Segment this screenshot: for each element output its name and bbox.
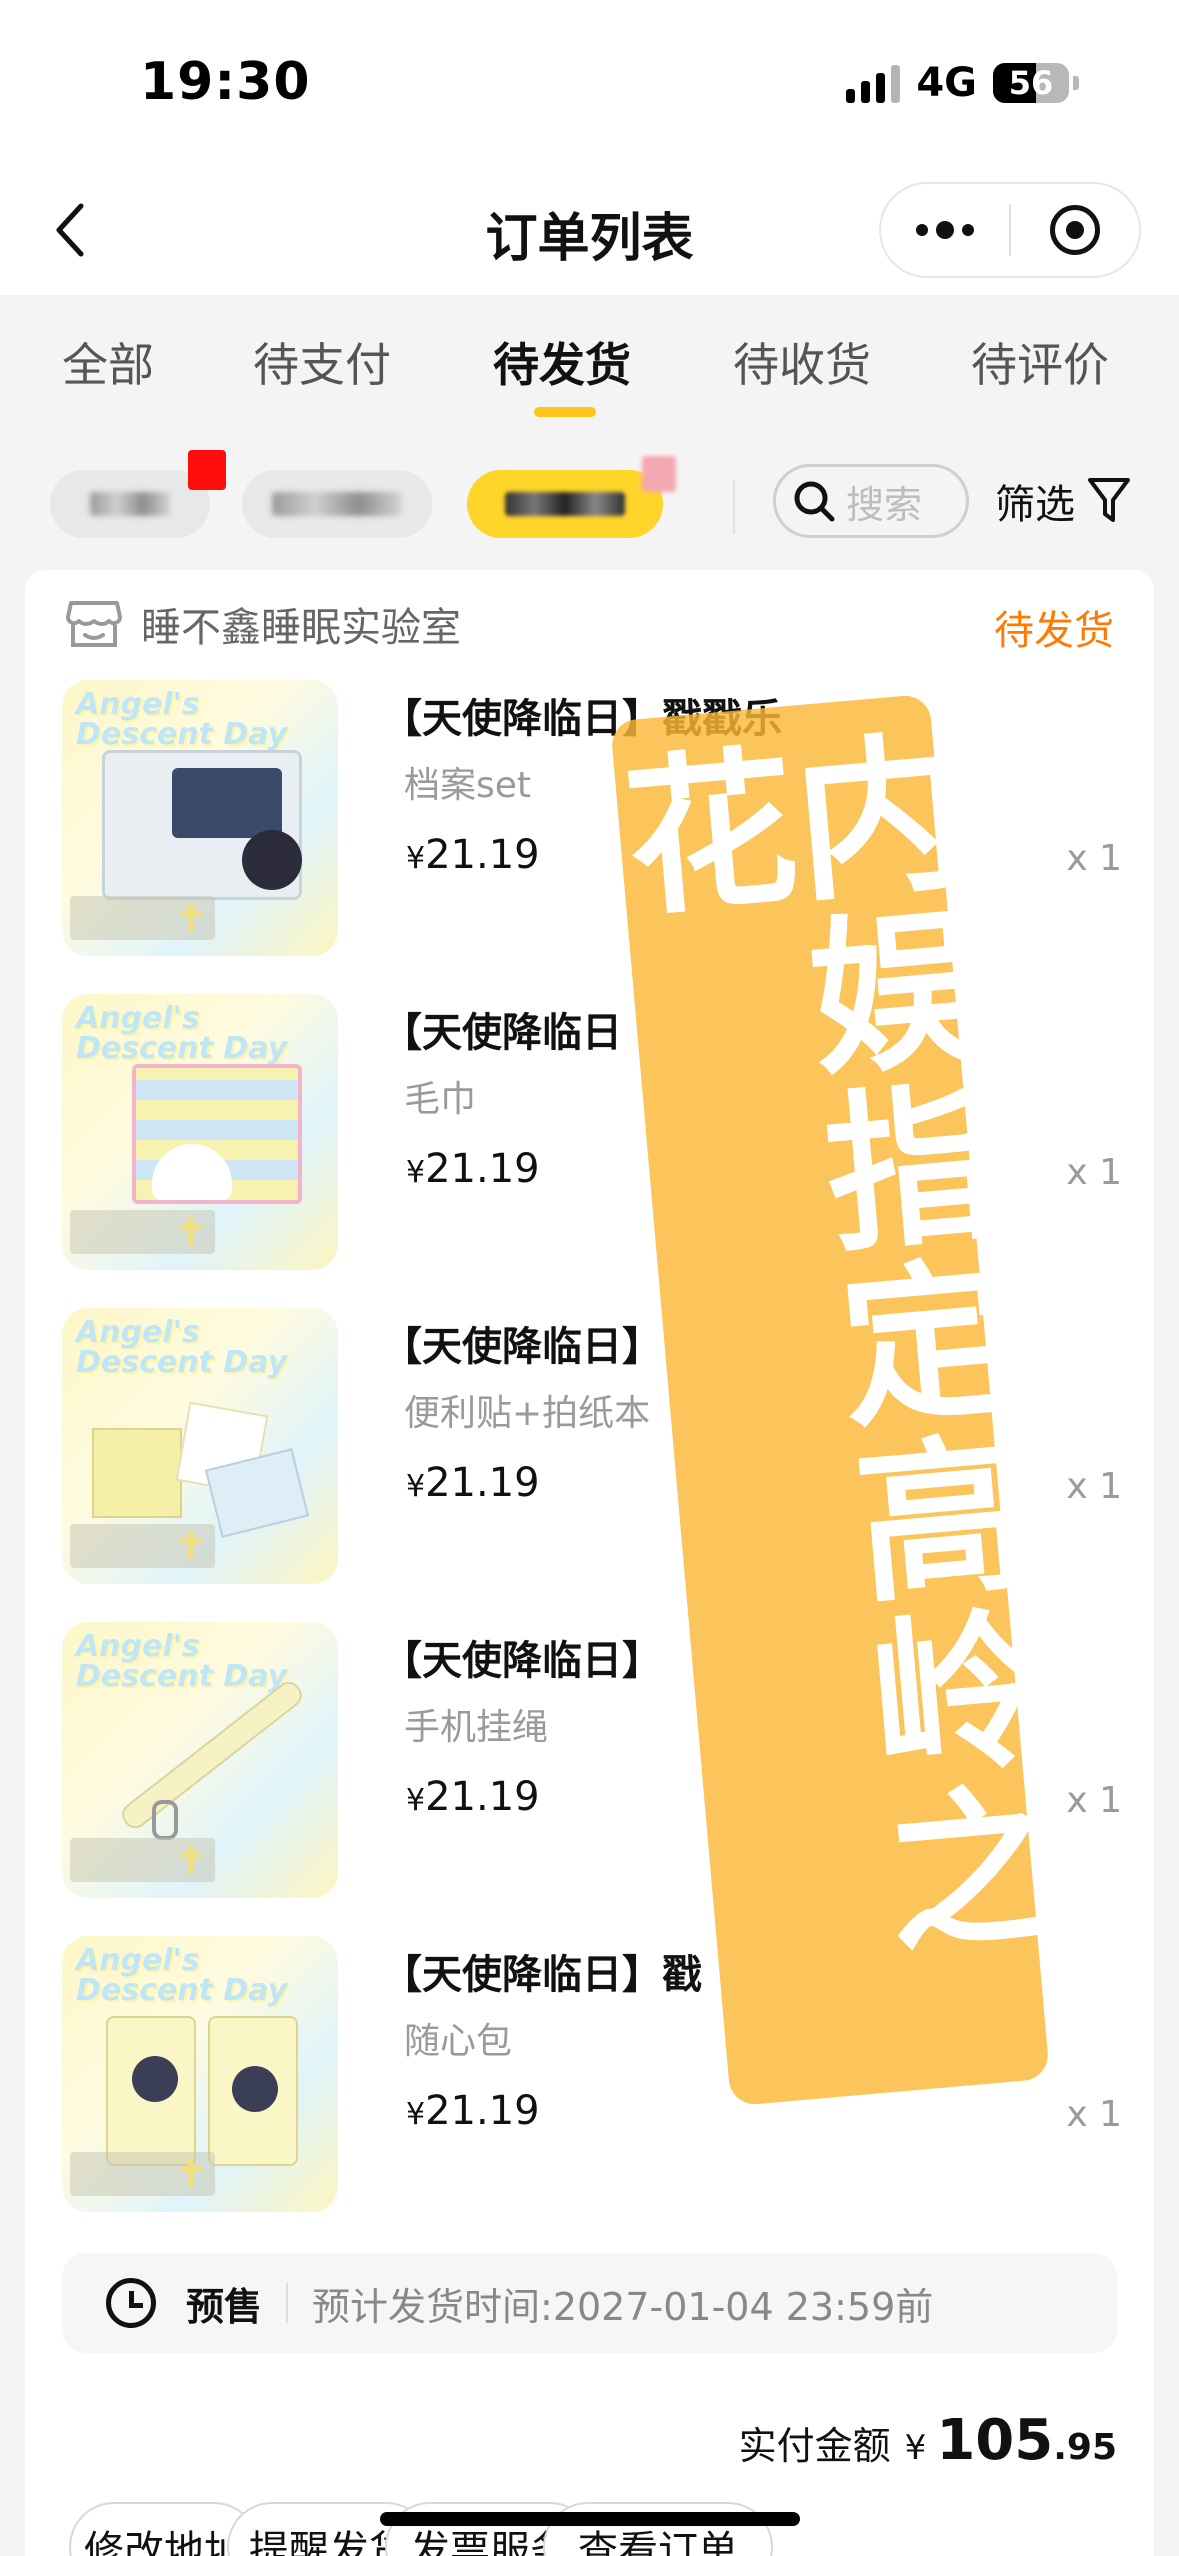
filter-button[interactable]: 筛选 xyxy=(995,472,1131,530)
product-image: Angel's Descent Day ✝ xyxy=(62,1622,338,1898)
product-title: 【天使降临日 xyxy=(382,1010,622,1056)
clock-icon xyxy=(106,2278,156,2328)
total-label: 实付金额 xyxy=(738,2424,891,2468)
order-actions: 修改地址 提醒发货 发票服务 查看订单 xyxy=(25,2502,1154,2556)
filter-label: 筛选 xyxy=(995,482,1075,528)
estimated-ship-time: 预计发货时间:2027-01-04 23:59前 xyxy=(312,2284,934,2329)
tab-all[interactable]: 全部 xyxy=(62,329,154,395)
product-price: ¥21.19 xyxy=(406,1146,540,1192)
home-indicator[interactable] xyxy=(380,2512,800,2526)
order-status-badge: 待发货 xyxy=(994,608,1114,654)
battery-level: 56 xyxy=(1008,64,1054,102)
product-quantity: x 1 xyxy=(1066,1780,1122,1821)
product-variant: 手机挂绳 xyxy=(404,1707,549,1748)
product-price: ¥21.19 xyxy=(406,2088,540,2134)
more-button[interactable] xyxy=(881,184,1009,276)
presale-label: 预售 xyxy=(186,2284,263,2329)
product-variant: 档案set xyxy=(404,765,532,806)
product-quantity: x 1 xyxy=(1066,838,1122,879)
total-amount-integer: 105 xyxy=(936,2408,1054,2473)
active-tab-indicator xyxy=(534,407,596,417)
product-brand-text: Angel's Descent Day xyxy=(76,1315,288,1380)
search-input[interactable]: 搜索 xyxy=(773,464,969,538)
filter-chip-active[interactable] xyxy=(467,470,663,538)
product-quantity: x 1 xyxy=(1066,2094,1122,2135)
tab-pending-payment[interactable]: 待支付 xyxy=(253,329,391,395)
total-currency: ¥ xyxy=(904,2428,927,2468)
product-image: Angel's Descent Day ✝ xyxy=(62,994,338,1270)
target-icon xyxy=(1050,205,1100,255)
product-title: 【天使降临日】戳 xyxy=(382,1952,702,1998)
product-price: ¥21.19 xyxy=(406,1774,540,1820)
product-brand-text: Angel's Descent Day xyxy=(76,687,288,752)
presale-info: 预售 预计发货时间:2027-01-04 23:59前 xyxy=(62,2253,1117,2353)
funnel-icon xyxy=(1088,478,1130,522)
store-icon xyxy=(66,601,122,647)
filter-chip[interactable] xyxy=(50,470,210,538)
product-quantity: x 1 xyxy=(1066,1152,1122,1193)
notification-badge xyxy=(188,450,226,490)
status-bar: 19:30 4G 56 xyxy=(0,0,1179,170)
miniprogram-capsule xyxy=(879,182,1141,278)
product-variant: 毛巾 xyxy=(404,1079,477,1120)
product-variant: 便利贴+拍纸本 xyxy=(404,1393,651,1434)
filter-chip[interactable] xyxy=(242,470,432,538)
battery-icon: 56 xyxy=(993,63,1069,103)
product-price: ¥21.19 xyxy=(406,832,540,878)
status-indicators: 4G 56 xyxy=(846,60,1079,106)
order-total: 实付金额 ¥ 105 .95 xyxy=(739,2408,1117,2473)
close-miniprogram-button[interactable] xyxy=(1011,184,1139,276)
search-icon xyxy=(794,481,835,522)
status-time: 19:30 xyxy=(140,52,311,112)
product-price: ¥21.19 xyxy=(406,1460,540,1506)
cellular-signal-icon xyxy=(846,63,901,103)
product-variant: 随心包 xyxy=(404,2021,513,2062)
product-title: 【天使降临日】 xyxy=(382,1324,662,1370)
product-quantity: x 1 xyxy=(1066,1466,1122,1507)
product-brand-text: Angel's Descent Day xyxy=(76,1001,288,1066)
product-brand-text: Angel's Descent Day xyxy=(76,1629,288,1694)
tab-pending-shipment[interactable]: 待发货 xyxy=(493,329,631,395)
tab-pending-review[interactable]: 待评价 xyxy=(971,329,1109,395)
nav-bar: 订单列表 xyxy=(0,170,1179,295)
product-brand-text: Angel's Descent Day xyxy=(76,1943,288,2008)
product-image: Angel's Descent Day ✝ xyxy=(62,1308,338,1584)
tab-pending-receipt[interactable]: 待收货 xyxy=(733,329,871,395)
notification-badge xyxy=(642,456,676,492)
total-amount-decimal: .95 xyxy=(1053,2427,1117,2468)
filter-chips-row: 搜索 筛选 xyxy=(0,450,1179,560)
shop-name: 睡不鑫睡眠实验室 xyxy=(141,605,461,651)
product-image: Angel's Descent Day ✝ xyxy=(62,680,338,956)
view-order-button[interactable]: 查看订单 xyxy=(543,2502,773,2556)
shop-row[interactable]: 睡不鑫睡眠实验室 待发货 xyxy=(65,584,1114,664)
order-tabs: 全部 待支付 待发货 待收货 待评价 xyxy=(0,295,1179,435)
search-placeholder: 搜索 xyxy=(846,482,923,527)
more-dots-icon xyxy=(916,221,974,239)
network-type: 4G xyxy=(916,60,977,106)
product-image: Angel's Descent Day ✝ xyxy=(62,1936,338,2212)
product-title: 【天使降临日】 xyxy=(382,1638,662,1684)
